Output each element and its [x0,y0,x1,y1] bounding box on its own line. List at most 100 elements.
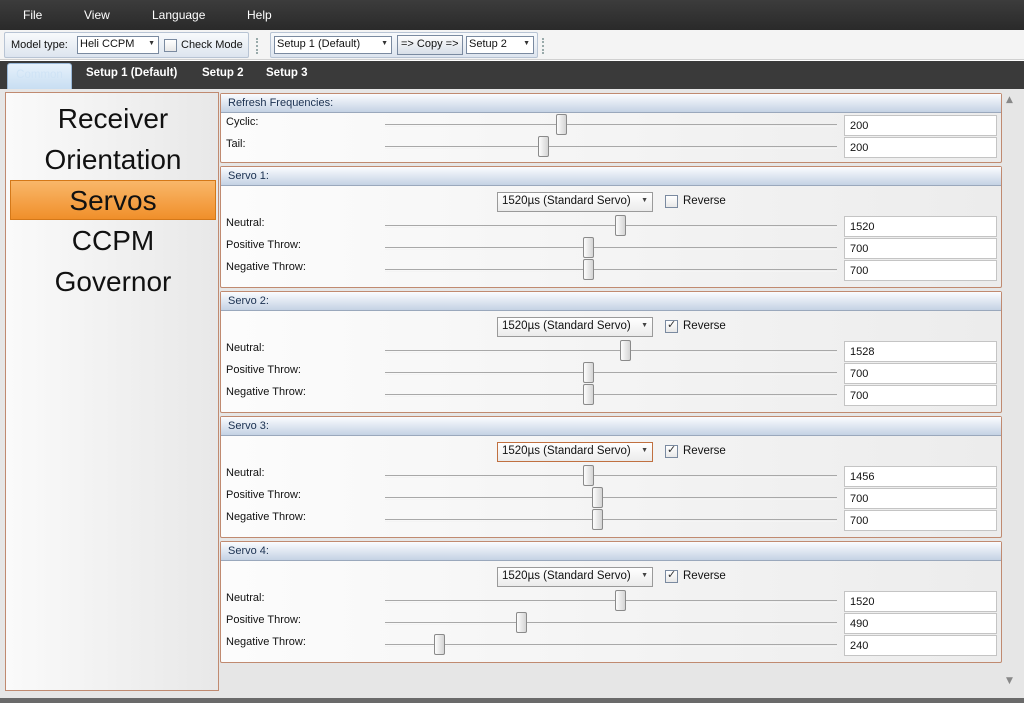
chevron-down-icon: ▼ [148,40,155,47]
positive-throw-slider-thumb[interactable] [592,487,604,508]
tab-setup-3[interactable]: Setup 3 [266,67,308,79]
tab-common[interactable]: Common [7,63,72,89]
neutral-slider-track[interactable] [385,590,837,611]
negative-throw-slider-thumb[interactable] [583,259,595,280]
menu-bar: File View Language Help [0,0,1024,30]
positive-throw-label: Positive Throw: [226,614,301,626]
chevron-down-icon: ▼ [523,40,530,47]
neutral-value-input[interactable]: 1520 [844,591,997,612]
menu-file[interactable]: File [23,8,42,22]
positive-throw-slider-thumb[interactable] [583,362,595,383]
negative-throw-slider-thumb[interactable] [592,509,604,530]
reverse-checkbox[interactable] [665,318,678,333]
neutral-label: Neutral: [226,217,265,229]
reverse-checkbox[interactable] [665,443,678,458]
sidebar: Receiver Orientation Servos CCPM Governo… [5,92,219,691]
servo-type-value: 1520µs (Standard Servo) [502,445,631,457]
section-header[interactable]: Servo 3: [221,417,1001,436]
scroll-up-icon[interactable]: ▲ [1006,95,1013,105]
copy-source-select[interactable]: Setup 1 (Default) ▼ [274,36,392,54]
neutral-slider-track[interactable] [385,340,837,361]
cyclic-label: Cyclic: [226,116,259,128]
tab-setup-2[interactable]: Setup 2 [202,67,244,79]
positive-throw-value-input[interactable]: 700 [844,363,997,384]
neutral-slider-track[interactable] [385,215,837,236]
sidebar-item-servos[interactable]: Servos [10,180,216,220]
positive-throw-label: Positive Throw: [226,489,301,501]
positive-throw-label: Positive Throw: [226,364,301,376]
neutral-label: Neutral: [226,342,265,354]
neutral-slider-thumb[interactable] [583,465,595,486]
menu-language[interactable]: Language [152,8,205,22]
servo-type-select[interactable]: 1520µs (Standard Servo) ▼ [497,442,653,462]
servo-type-value: 1520µs (Standard Servo) [502,195,631,207]
menu-view[interactable]: View [84,8,110,22]
negative-throw-slider-track[interactable] [385,509,837,530]
copy-button[interactable]: => Copy => [397,35,463,55]
neutral-value-input[interactable]: 1528 [844,341,997,362]
negative-throw-value-input[interactable]: 240 [844,635,997,656]
positive-throw-slider-track[interactable] [385,612,837,633]
reverse-checkbox[interactable] [665,568,678,583]
positive-throw-slider-track[interactable] [385,362,837,383]
content-area: Receiver Orientation Servos CCPM Governo… [0,89,1024,703]
copy-toolbar-group: Setup 1 (Default) ▼ => Copy => Setup 2 ▼ [270,32,538,58]
positive-throw-label: Positive Throw: [226,239,301,251]
tail-value-input[interactable]: 200 [844,137,997,158]
section-header[interactable]: Servo 1: [221,167,1001,186]
section-header[interactable]: Refresh Frequencies: [221,94,1001,113]
model-type-select[interactable]: Heli CCPM ▼ [77,36,159,54]
positive-throw-slider-track[interactable] [385,487,837,508]
check-mode-label: Check Mode [181,39,243,51]
sidebar-item-orientation[interactable]: Orientation [10,140,216,180]
positive-throw-slider-track[interactable] [385,237,837,258]
neutral-slider-thumb[interactable] [619,340,631,361]
positive-throw-value-input[interactable]: 490 [844,613,997,634]
chevron-down-icon: ▼ [641,572,648,579]
section-header[interactable]: Servo 4: [221,542,1001,561]
sidebar-item-receiver[interactable]: Receiver [10,99,216,139]
toolbar-grip[interactable] [542,38,546,54]
negative-throw-slider-thumb[interactable] [583,384,595,405]
neutral-slider-thumb[interactable] [615,590,627,611]
negative-throw-value-input[interactable]: 700 [844,260,997,281]
servo-type-select[interactable]: 1520µs (Standard Servo) ▼ [497,567,653,587]
negative-throw-slider-thumb[interactable] [434,634,446,655]
tab-setup-1[interactable]: Setup 1 (Default) [86,67,177,79]
cyclic-slider-thumb[interactable] [556,114,568,135]
sidebar-item-ccpm[interactable]: CCPM [10,221,216,261]
scroll-down-icon[interactable]: ▼ [1006,676,1013,686]
positive-throw-slider-thumb[interactable] [583,237,595,258]
sidebar-item-governor[interactable]: Governor [10,262,216,302]
check-mode-checkbox[interactable] [164,39,177,52]
servo-type-select[interactable]: 1520µs (Standard Servo) ▼ [497,192,653,212]
menu-help[interactable]: Help [247,8,272,22]
negative-throw-value-input[interactable]: 700 [844,510,997,531]
toolbar-grip[interactable] [256,38,260,54]
servo-1-panel: Servo 1: 1520µs (Standard Servo) ▼ Rever… [220,166,1002,288]
negative-throw-slider-track[interactable] [385,634,837,655]
model-type-label: Model type: [11,39,68,51]
positive-throw-value-input[interactable]: 700 [844,488,997,509]
cyclic-value-input[interactable]: 200 [844,115,997,136]
positive-throw-value-input[interactable]: 700 [844,238,997,259]
copy-target-select[interactable]: Setup 2 ▼ [466,36,534,54]
vertical-scrollbar[interactable]: ▲ ▼ [1003,92,1020,691]
negative-throw-value-input[interactable]: 700 [844,385,997,406]
reverse-label: Reverse [683,445,726,457]
reverse-checkbox[interactable] [665,195,678,208]
neutral-value-input[interactable]: 1520 [844,216,997,237]
neutral-slider-track[interactable] [385,465,837,486]
section-header[interactable]: Servo 2: [221,292,1001,311]
negative-throw-slider-track[interactable] [385,259,837,280]
tail-slider-track[interactable] [385,136,837,157]
neutral-slider-thumb[interactable] [615,215,627,236]
tail-slider-thumb[interactable] [538,136,550,157]
negative-throw-slider-track[interactable] [385,384,837,405]
positive-throw-slider-thumb[interactable] [515,612,527,633]
cyclic-slider-track[interactable] [385,114,837,135]
chevron-down-icon: ▼ [641,322,648,329]
servo-type-select[interactable]: 1520µs (Standard Servo) ▼ [497,317,653,337]
reverse-label: Reverse [683,195,726,207]
neutral-value-input[interactable]: 1456 [844,466,997,487]
